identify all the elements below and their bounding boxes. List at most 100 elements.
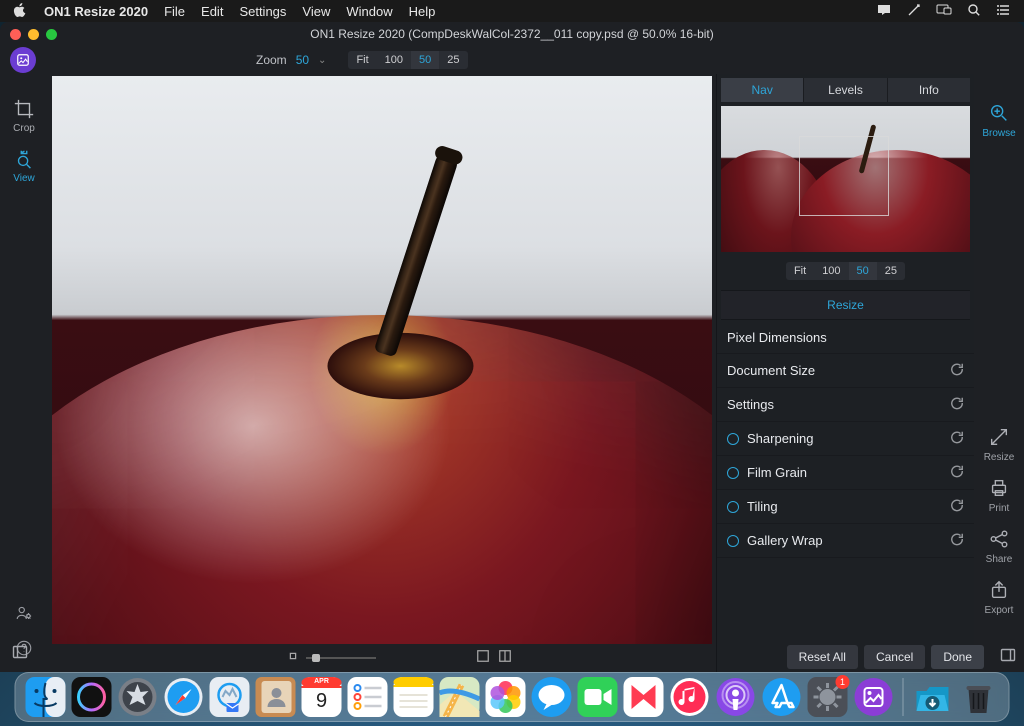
dock-calendar-icon[interactable]: APR 9 bbox=[302, 677, 342, 717]
mode-browse-label: Browse bbox=[982, 128, 1015, 139]
nav-preset-50[interactable]: 50 bbox=[849, 262, 877, 280]
app-logo-icon[interactable] bbox=[10, 47, 36, 73]
menubar-app-name[interactable]: ON1 Resize 2020 bbox=[44, 4, 148, 19]
reset-icon[interactable] bbox=[950, 396, 964, 413]
done-button[interactable]: Done bbox=[931, 645, 984, 669]
panel-row-film-grain[interactable]: Film Grain bbox=[717, 456, 974, 490]
toggle-right-panel-icon[interactable] bbox=[1000, 647, 1016, 668]
window-titlebar: ON1 Resize 2020 (CompDeskWalCol-2372__01… bbox=[0, 22, 1024, 46]
panel-row-label: Pixel Dimensions bbox=[727, 330, 827, 345]
dock-facetime-icon[interactable] bbox=[578, 677, 618, 717]
menubar-status-icon-1[interactable] bbox=[876, 2, 892, 21]
dock-mail-icon[interactable] bbox=[210, 677, 250, 717]
reset-icon[interactable] bbox=[950, 498, 964, 515]
nav-preset-100[interactable]: 100 bbox=[814, 262, 848, 280]
dock-news-icon[interactable] bbox=[624, 677, 664, 717]
dock-launchpad-icon[interactable] bbox=[118, 677, 158, 717]
navigator-viewport-rect[interactable] bbox=[799, 136, 889, 216]
zoom-preset-100[interactable]: 100 bbox=[377, 51, 411, 69]
tool-crop[interactable]: Crop bbox=[13, 94, 35, 138]
dock-messages-icon[interactable] bbox=[532, 677, 572, 717]
tab-nav[interactable]: Nav bbox=[721, 78, 804, 102]
apple-menu-icon[interactable] bbox=[12, 2, 28, 21]
dock-siri-icon[interactable] bbox=[72, 677, 112, 717]
dock-on1-icon[interactable] bbox=[854, 677, 894, 717]
dock-safari-icon[interactable] bbox=[164, 677, 204, 717]
mode-share[interactable]: Share bbox=[986, 528, 1013, 565]
dock-photos-icon[interactable] bbox=[486, 677, 526, 717]
navigator-thumbnail[interactable] bbox=[721, 106, 970, 252]
tab-levels[interactable]: Levels bbox=[804, 78, 887, 102]
panel-row-label: Tiling bbox=[747, 499, 778, 514]
toggle-icon[interactable] bbox=[727, 501, 739, 513]
panel-row-pixel-dimensions[interactable]: Pixel Dimensions bbox=[717, 322, 974, 354]
menu-settings[interactable]: Settings bbox=[239, 4, 286, 19]
dock-contacts-icon[interactable] bbox=[256, 677, 296, 717]
menu-file[interactable]: File bbox=[164, 4, 185, 19]
dock-trash-icon[interactable] bbox=[959, 677, 999, 717]
mode-resize[interactable]: Resize bbox=[984, 426, 1015, 463]
dock-calendar-day: 9 bbox=[302, 690, 342, 713]
dock-downloads-icon[interactable] bbox=[913, 677, 953, 717]
window-title: ON1 Resize 2020 (CompDeskWalCol-2372__01… bbox=[0, 27, 1024, 41]
menubar-displays-icon[interactable] bbox=[936, 2, 952, 21]
dock-finder-icon[interactable] bbox=[26, 677, 66, 717]
mode-browse[interactable]: Browse bbox=[982, 102, 1015, 139]
dock-notes-icon[interactable] bbox=[394, 677, 434, 717]
panel-row-tiling[interactable]: Tiling bbox=[717, 490, 974, 524]
main-toolbar: Zoom 50 ⌄ Fit 100 50 25 bbox=[0, 46, 1024, 74]
zoom-preset-25[interactable]: 25 bbox=[439, 51, 467, 69]
dock-separator bbox=[903, 678, 904, 716]
toggle-icon[interactable] bbox=[727, 433, 739, 445]
panel-row-label: Gallery Wrap bbox=[747, 533, 823, 548]
menu-view[interactable]: View bbox=[302, 4, 330, 19]
reset-icon[interactable] bbox=[950, 362, 964, 379]
dock-maps-icon[interactable] bbox=[440, 677, 480, 717]
image-canvas[interactable] bbox=[52, 76, 712, 644]
zoom-dropdown-icon[interactable]: ⌄ bbox=[318, 55, 326, 66]
toggle-icon[interactable] bbox=[727, 535, 739, 547]
panel-header-resize[interactable]: Resize bbox=[721, 290, 970, 320]
menubar-status-icon-2[interactable] bbox=[906, 2, 922, 21]
panel-row-sharpening[interactable]: Sharpening bbox=[717, 422, 974, 456]
menubar-search-icon[interactable] bbox=[966, 2, 982, 21]
reset-icon[interactable] bbox=[950, 430, 964, 447]
window-zoom-button[interactable] bbox=[46, 29, 57, 40]
reset-all-button[interactable]: Reset All bbox=[787, 645, 858, 669]
zoom-preset-50[interactable]: 50 bbox=[411, 51, 439, 69]
menu-help[interactable]: Help bbox=[409, 4, 436, 19]
mode-print[interactable]: Print bbox=[988, 477, 1010, 514]
tool-view-label: View bbox=[13, 173, 35, 184]
nav-preset-fit[interactable]: Fit bbox=[786, 262, 814, 280]
dock-podcasts-icon[interactable] bbox=[716, 677, 756, 717]
user-settings-icon[interactable] bbox=[15, 604, 33, 625]
zoom-preset-fit[interactable]: Fit bbox=[348, 51, 376, 69]
window-close-button[interactable] bbox=[10, 29, 21, 40]
canvas-area bbox=[48, 74, 716, 672]
left-tool-strip: Crop View bbox=[0, 74, 48, 672]
window-minimize-button[interactable] bbox=[28, 29, 39, 40]
menu-window[interactable]: Window bbox=[346, 4, 392, 19]
dock-badge: 1 bbox=[836, 675, 850, 689]
dock-preferences-icon[interactable]: 1 bbox=[808, 677, 848, 717]
mode-export[interactable]: Export bbox=[985, 579, 1014, 616]
cancel-button[interactable]: Cancel bbox=[864, 645, 925, 669]
tool-view[interactable]: View bbox=[13, 144, 35, 188]
dock-appstore-icon[interactable] bbox=[762, 677, 802, 717]
panel-row-gallery-wrap[interactable]: Gallery Wrap bbox=[717, 524, 974, 558]
reset-icon[interactable] bbox=[950, 532, 964, 549]
nav-preset-25[interactable]: 25 bbox=[877, 262, 905, 280]
mode-resize-label: Resize bbox=[984, 452, 1015, 463]
zoom-preset-segment: Fit 100 50 25 bbox=[348, 51, 467, 69]
panel-row-document-size[interactable]: Document Size bbox=[717, 354, 974, 388]
dock-music-icon[interactable] bbox=[670, 677, 710, 717]
toggle-icon[interactable] bbox=[727, 467, 739, 479]
tab-info[interactable]: Info bbox=[888, 78, 970, 102]
panel-row-settings[interactable]: Settings bbox=[717, 388, 974, 422]
panel-row-label: Document Size bbox=[727, 363, 815, 378]
zoom-value[interactable]: 50 bbox=[296, 53, 309, 67]
menu-edit[interactable]: Edit bbox=[201, 4, 223, 19]
reset-icon[interactable] bbox=[950, 464, 964, 481]
dock-reminders-icon[interactable] bbox=[348, 677, 388, 717]
menubar-list-icon[interactable] bbox=[996, 2, 1012, 21]
